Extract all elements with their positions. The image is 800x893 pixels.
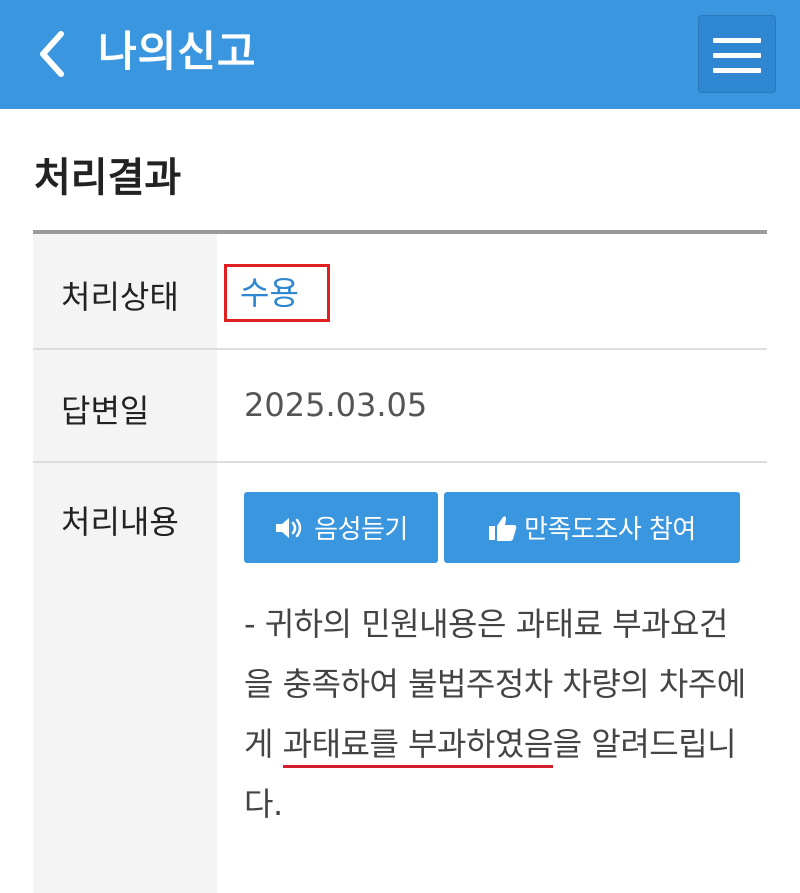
- thumbs-up-icon: [488, 514, 518, 542]
- satisfaction-survey-button[interactable]: 만족도조사 참여: [444, 492, 740, 563]
- status-highlight-box: 수용: [224, 264, 330, 322]
- description-underlined-text: 과태료를 부과하였음: [282, 725, 553, 768]
- status-label-cell: 처리상태: [33, 234, 217, 348]
- content-label-cell: 처리내용: [33, 463, 217, 893]
- answer-date-label: 답변일: [61, 392, 150, 430]
- back-button[interactable]: [30, 26, 74, 82]
- chevron-left-icon: [40, 31, 64, 77]
- app-header: 나의신고: [0, 0, 800, 109]
- speaker-icon: [274, 515, 308, 541]
- listen-audio-label: 음성듣기: [314, 515, 408, 545]
- hamburger-bar: [713, 68, 761, 73]
- answer-date-row: 답변일 2025.03.05: [33, 350, 767, 463]
- result-description: - 귀하의 민원내용은 과태료 부과요건을 충족하여 불법주정차 차량의 차주에…: [244, 594, 754, 834]
- result-table: 처리상태 수용 답변일 2025.03.05 처리내용 음성듣기 만족도조사 참…: [33, 230, 767, 893]
- status-row: 처리상태 수용: [33, 234, 767, 350]
- answer-date-label-cell: 답변일: [33, 350, 217, 461]
- content-label: 처리내용: [61, 503, 179, 541]
- hamburger-bar: [713, 53, 761, 58]
- status-label: 처리상태: [61, 278, 179, 316]
- page-title: 나의신고: [98, 27, 257, 76]
- satisfaction-survey-label: 만족도조사 참여: [524, 515, 696, 545]
- content-row: 처리내용 음성듣기 만족도조사 참여 - 귀하의 민원내용은 과태료 부과요건을: [33, 463, 767, 893]
- answer-date-value: 2025.03.05: [244, 386, 428, 424]
- status-value: 수용: [240, 274, 299, 312]
- menu-button[interactable]: [698, 15, 776, 93]
- listen-audio-button[interactable]: 음성듣기: [244, 492, 438, 563]
- hamburger-menu-icon: [713, 38, 761, 43]
- section-title: 처리결과: [34, 155, 182, 201]
